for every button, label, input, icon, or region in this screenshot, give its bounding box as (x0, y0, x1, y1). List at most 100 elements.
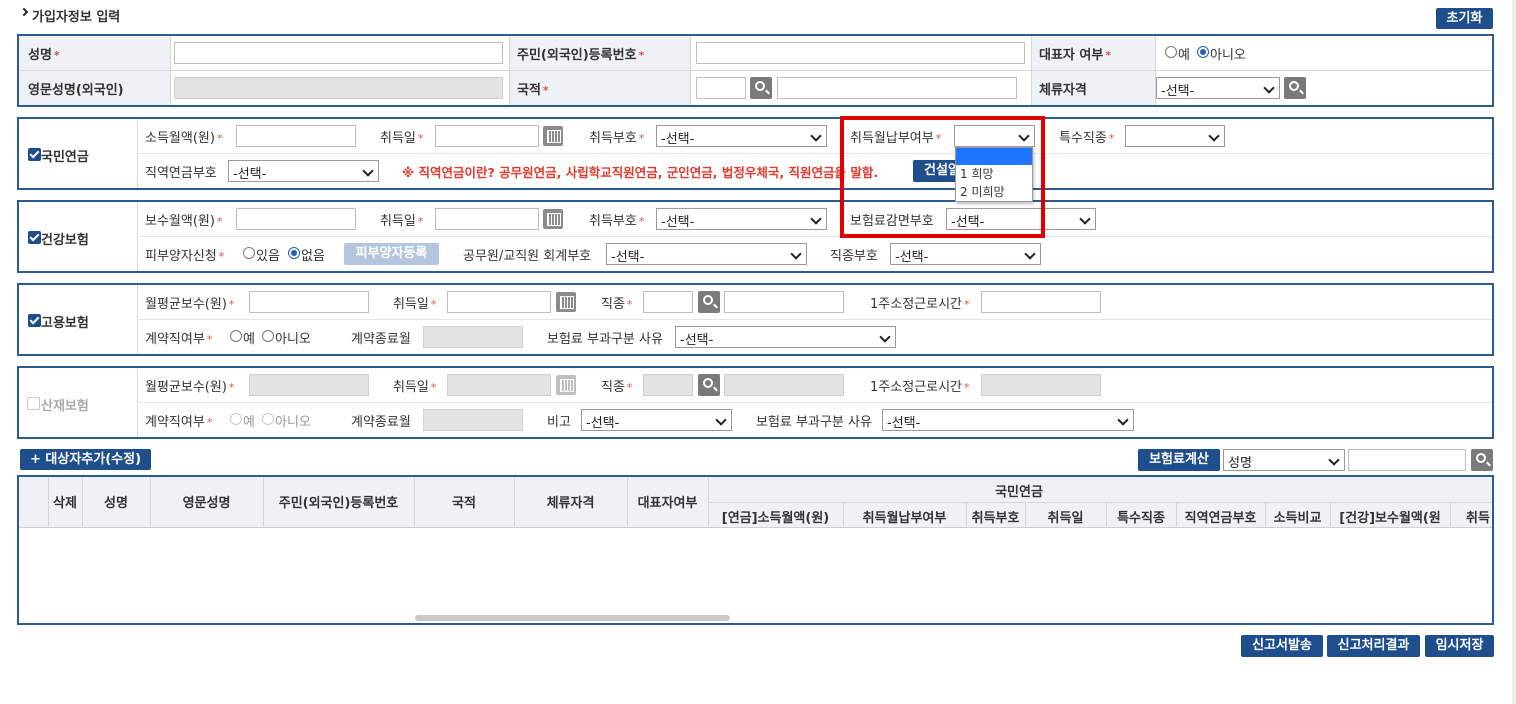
nation-code-input[interactable] (696, 77, 746, 99)
emp-contract-yes-radio[interactable] (230, 330, 242, 342)
emp-contract-label: 계약직여부 * (145, 332, 213, 347)
eng-name-label: 영문성명(외국인) (28, 83, 124, 98)
employment-checkbox[interactable] (28, 314, 41, 327)
acc-end-label: 계약종료월 (351, 415, 411, 430)
eng-name-input (174, 77, 503, 99)
health-checkbox[interactable] (28, 231, 41, 244)
emp-job-label: 직종 * (601, 297, 633, 312)
nation-search-button[interactable] (750, 77, 772, 99)
col-header-representative[interactable]: 대표자여부 (627, 492, 708, 511)
col-header-eng-name[interactable]: 영문성명 (150, 492, 263, 511)
dep-yes-label: 있음 (256, 249, 280, 264)
rep-yes-label: 예 (1178, 48, 1190, 63)
acc-acq-date-input (447, 374, 551, 396)
stay-select[interactable]: -선택- (1156, 77, 1280, 99)
emp-hours-input[interactable] (981, 291, 1101, 313)
stay-search-button[interactable] (1284, 77, 1306, 99)
nation-name-input[interactable] (777, 77, 1017, 99)
rep-yes-radio[interactable] (1165, 46, 1177, 58)
calendar-icon[interactable] (556, 292, 576, 312)
dropdown-option-blank[interactable] (956, 148, 1032, 165)
emp-reason-label: 보험료 부과구분 사유 (547, 332, 663, 347)
emp-contract-no-radio[interactable] (262, 330, 274, 342)
col-header-occ[interactable]: 직역연금부호 (1176, 507, 1265, 526)
col-header-income[interactable]: [연금]소득월액(원) (708, 507, 843, 526)
rrn-input[interactable] (696, 42, 1025, 64)
search-button[interactable] (1471, 449, 1493, 471)
pension-occ-select[interactable]: -선택- (228, 160, 379, 182)
col-header-health-acq[interactable]: 취득 (1452, 507, 1492, 526)
page-right-edge (1512, 0, 1516, 704)
emp-job-search-button[interactable] (698, 291, 720, 313)
pay-dropdown-list[interactable]: 1 희망 2 미희망 (955, 147, 1033, 202)
health-title: 건강보험 (41, 233, 89, 248)
report-result-button[interactable]: 신고처리결과 (1327, 635, 1420, 657)
emp-reason-select[interactable]: -선택- (675, 326, 896, 348)
col-header-delete[interactable]: 삭제 (48, 492, 82, 511)
calc-premium-button[interactable]: 보험료계산 (1138, 449, 1220, 471)
divider (137, 153, 1492, 154)
add-target-button[interactable]: + 대상자추가(수정) (20, 449, 151, 470)
health-wage-label: 보수월액(원) * (145, 214, 223, 229)
emp-wage-input[interactable] (249, 291, 369, 313)
dep-no-radio[interactable] (288, 247, 300, 259)
rep-no-radio[interactable] (1197, 46, 1209, 58)
job-code-select[interactable]: -선택- (890, 243, 1041, 265)
health-acq-date-input[interactable] (435, 208, 539, 230)
col-header-special[interactable]: 특수직종 (1106, 507, 1176, 526)
col-header-rrn[interactable]: 주민(외국인)등록번호 (263, 492, 414, 511)
pension-checkbox[interactable] (28, 148, 41, 161)
pension-special-label: 특수직종 * (1059, 131, 1115, 146)
name-label: 성명 * (28, 48, 60, 63)
acc-job-search-button[interactable] (698, 374, 720, 396)
dropdown-option-hope[interactable]: 1 희망 (960, 165, 994, 182)
accident-title: 산재보험 (41, 399, 89, 414)
col-header-income-compare[interactable]: 소득비교 (1265, 507, 1330, 526)
emp-job-name-input[interactable] (724, 291, 844, 313)
horizontal-scrollbar[interactable] (415, 615, 730, 621)
col-header-name[interactable]: 성명 (82, 492, 150, 511)
name-input[interactable] (174, 42, 503, 64)
reset-button[interactable]: 초기화 (1436, 8, 1493, 29)
divider (1031, 36, 1032, 105)
search-icon (1289, 81, 1299, 91)
acc-acq-date-label: 취득일 * (393, 380, 437, 395)
search-icon (1476, 453, 1486, 463)
col-header-acq-code[interactable]: 취득부호 (966, 507, 1025, 526)
col-header-acq-date[interactable]: 취득일 (1025, 507, 1106, 526)
emp-job-code-input[interactable] (643, 291, 693, 313)
divider (137, 236, 1492, 237)
col-header-stay[interactable]: 체류자격 (514, 492, 627, 511)
temp-save-button[interactable]: 임시저장 (1425, 635, 1494, 657)
pension-acq-code-select[interactable]: -선택- (656, 125, 827, 147)
account-label: 공무원/교직원 회계부호 (463, 249, 592, 264)
submit-report-button[interactable]: 신고서발송 (1241, 635, 1323, 657)
search-type-select[interactable]: 성명 (1223, 449, 1345, 471)
calendar-icon[interactable] (543, 209, 563, 229)
health-wage-input[interactable] (236, 208, 356, 230)
pension-special-select[interactable] (1125, 125, 1225, 147)
dep-yes-radio[interactable] (243, 247, 255, 259)
col-header-pay[interactable]: 취득월납부여부 (843, 507, 966, 526)
calendar-icon[interactable] (543, 126, 563, 146)
pension-acq-date-input[interactable] (435, 125, 539, 147)
dropdown-option-nohope[interactable]: 2 미희망 (960, 183, 1005, 200)
acc-wage-input (249, 374, 369, 396)
health-acq-code-select[interactable]: -선택- (656, 208, 827, 230)
pension-income-label: 소득월액(원) * (145, 131, 223, 146)
search-input[interactable] (1348, 449, 1466, 471)
acc-note-select[interactable]: -선택- (581, 409, 732, 431)
pension-income-input[interactable] (236, 125, 356, 147)
search-icon (755, 81, 765, 91)
divider (708, 502, 1492, 503)
col-header-nation[interactable]: 국적 (414, 492, 514, 511)
job-code-label: 직종부호 (830, 249, 878, 264)
col-header-health-wage[interactable]: [건강]보수월액(원 (1330, 507, 1450, 526)
acc-reason-select[interactable]: -선택- (882, 409, 1134, 431)
pension-occ-label: 직역연금부호 (145, 166, 217, 181)
pension-notice: ※ 직역연금이란? 공무원연금, 사립학교직원연금, 군인연금, 법정우체국, … (402, 165, 879, 180)
employment-title: 고용보험 (41, 316, 89, 331)
account-select[interactable]: -선택- (606, 243, 807, 265)
emp-acq-date-input[interactable] (447, 291, 551, 313)
emp-contract-yes-label: 예 (243, 332, 255, 347)
